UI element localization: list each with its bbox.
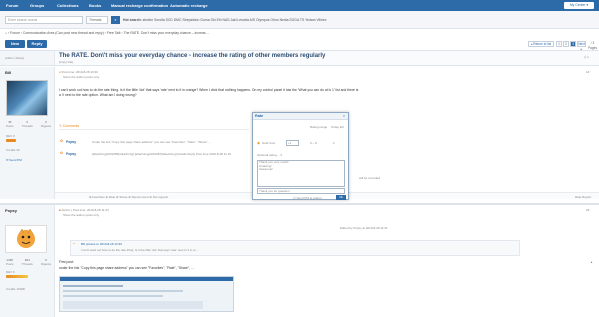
comment-avatar-icon: ✿ — [60, 139, 63, 143]
post2-credits: Credits 10948 — [6, 287, 25, 291]
gold-coin-icon: ◉ — [257, 141, 260, 145]
comment1-text: Under the link "Copy this page share add… — [92, 140, 212, 144]
send-pm-link[interactable]: ✉ Send PM — [6, 158, 22, 162]
search-icon: ⌕ — [114, 17, 117, 22]
post1-floor: 1# — [586, 70, 590, 74]
comment1-user[interactable]: Popsy — [66, 140, 76, 144]
comment-icon: ✎ — [59, 124, 62, 128]
search-button[interactable]: ⌕ — [111, 16, 120, 24]
close-icon[interactable]: × — [343, 114, 345, 118]
post1-show-author-only[interactable]: Show the author posts only — [63, 75, 99, 79]
nav-books[interactable]: Books — [89, 3, 101, 8]
nav-forum[interactable]: Forum — [6, 3, 18, 8]
comment2-avatar-icon: ✿ — [60, 151, 63, 155]
page-3-current[interactable]: 3 — [570, 41, 576, 47]
reason-label[interactable]: Optional rating… ▾ — [257, 153, 282, 157]
reason-list[interactable]: Thank you very much! Amazing! Awesome! — [257, 160, 345, 187]
post2-stats: 1335 Posts 394 Threads 6 Digests — [6, 258, 51, 266]
comments-header: ✎ Comments — [59, 124, 249, 130]
report-note: will be recorded — [359, 176, 381, 180]
post2-time: ■ Author | Post time: 2019-8-28 11:24 — [59, 208, 109, 212]
thread-title: The RATE. Don\'t miss your everyday chan… — [59, 53, 326, 59]
hot-search-terms[interactable]: strutter Sorolla SCD DMC Strepsiston Gor… — [143, 18, 327, 22]
quote-icon: ❝ — [73, 242, 75, 246]
nav-groups[interactable]: Groups — [30, 3, 44, 8]
post1-body: I can't work out how to do the rate thin… — [59, 88, 359, 97]
reply-button[interactable]: Reply — [27, 40, 47, 48]
rate-range: 0 ~ 8 — [310, 141, 317, 145]
post2-quote: ❝ Bill posted on 2019-8-28 10:30 I can't… — [70, 240, 520, 256]
reason-input[interactable]: Thank you for question — [257, 188, 345, 194]
breadcrumb[interactable]: ⌂ › Forum › Communication Area (Can post… — [5, 31, 209, 35]
new-thread-button[interactable]: New — [5, 40, 25, 48]
next-page[interactable]: Next ▸ — [577, 41, 586, 51]
gold-coin-label: Gold Coin — [262, 141, 276, 145]
post1-tools[interactable]: ⊕ Favorites ⊕ Rate ⊕ Share ⊕ Recommend ⊕… — [89, 195, 168, 199]
my-center-button[interactable]: My Center ▾ — [564, 2, 594, 9]
post2-edited: Edited by Popsy at 2019-8-28 11:31 — [340, 226, 388, 230]
rate-dialog: Rate × Rating range Today left ◉ Gold Co… — [252, 112, 349, 200]
post2-attached-screenshot[interactable] — [59, 276, 234, 312]
author-reply-label[interactable]: Author | Reply — [5, 56, 24, 60]
post2-body: under the link "Copy this page share add… — [59, 266, 194, 270]
page-1[interactable]: 1 — [556, 41, 562, 47]
col-rating-range: Rating range — [310, 125, 328, 129]
post2-level: DEV 6 — [6, 270, 15, 274]
tiger-cartoon-icon — [17, 228, 35, 248]
post2-show-author-only[interactable]: Show the author posts only — [63, 213, 99, 217]
search-bar: Enter search words Threads ⌕ Hot search:… — [0, 11, 599, 29]
post1-stats: 45 Posts 0 Threads 2 Digests — [6, 120, 51, 128]
ok-button[interactable]: Ok — [336, 195, 346, 200]
comment2-user[interactable]: Popsy — [66, 152, 76, 156]
post2-username[interactable]: Popsy — [5, 208, 17, 213]
return-to-list[interactable]: ◂ Return to list — [528, 41, 554, 47]
online-icon: ● — [59, 70, 61, 74]
col-today-left: Today left — [331, 125, 344, 129]
comment2-text: [attachimg]1001086[/attachimg] [attachim… — [92, 152, 232, 156]
post2-first-post-label: First post: — [59, 260, 74, 264]
page-2[interactable]: 2 — [563, 41, 569, 47]
post1-rate-report[interactable]: Rate Report — [575, 195, 591, 199]
copy-link[interactable]: [Copy link] — [59, 60, 73, 64]
search-type-select[interactable]: Threads — [86, 16, 108, 24]
notify-author-checkbox[interactable]: ☑ Send PM to Author — [293, 196, 322, 200]
hot-search: Hot search: strutter Sorolla SCD DMC Str… — [123, 18, 326, 22]
print-icon[interactable]: ⎙ ⊡ — [584, 55, 589, 59]
post2-floor: 2# — [586, 208, 590, 212]
nav-auto-recharge[interactable]: Automatic recharge — [170, 3, 208, 8]
search-input[interactable]: Enter search words — [5, 16, 83, 24]
post1-username[interactable]: Bill — [5, 70, 11, 75]
nav-collections[interactable]: Collections — [57, 3, 79, 8]
post1-credits: Credits 20 — [6, 148, 20, 152]
quote-text: I can't work out how to do the rate thin… — [81, 248, 200, 252]
page-count: / 3 Pages — [587, 41, 598, 50]
rate-dialog-title: Rate — [253, 113, 348, 120]
scroll-up-icon[interactable]: ▲ — [590, 260, 593, 264]
post1-avatar[interactable] — [6, 80, 48, 116]
top-nav-bar: Forum Groups Collections Books Manual re… — [0, 0, 599, 11]
hot-search-label: Hot search: — [123, 18, 142, 22]
post2-avatar[interactable] — [5, 225, 47, 253]
rate-value-select[interactable]: +1 — [286, 140, 299, 146]
rate-left: 2 — [333, 141, 335, 145]
post1-level: DEV 0 — [6, 134, 15, 138]
post2-level-badge — [6, 275, 28, 278]
post1-time: ● Post time: 2019-8-28 10:30 — [59, 70, 98, 74]
nav-manual-recharge[interactable]: Manual recharge confirmation — [111, 3, 168, 8]
reason-option[interactable]: Awesome! — [258, 168, 344, 172]
post1-level-badge — [6, 139, 16, 142]
quote-header[interactable]: Bill posted on 2019-8-28 10:30 — [81, 242, 122, 246]
